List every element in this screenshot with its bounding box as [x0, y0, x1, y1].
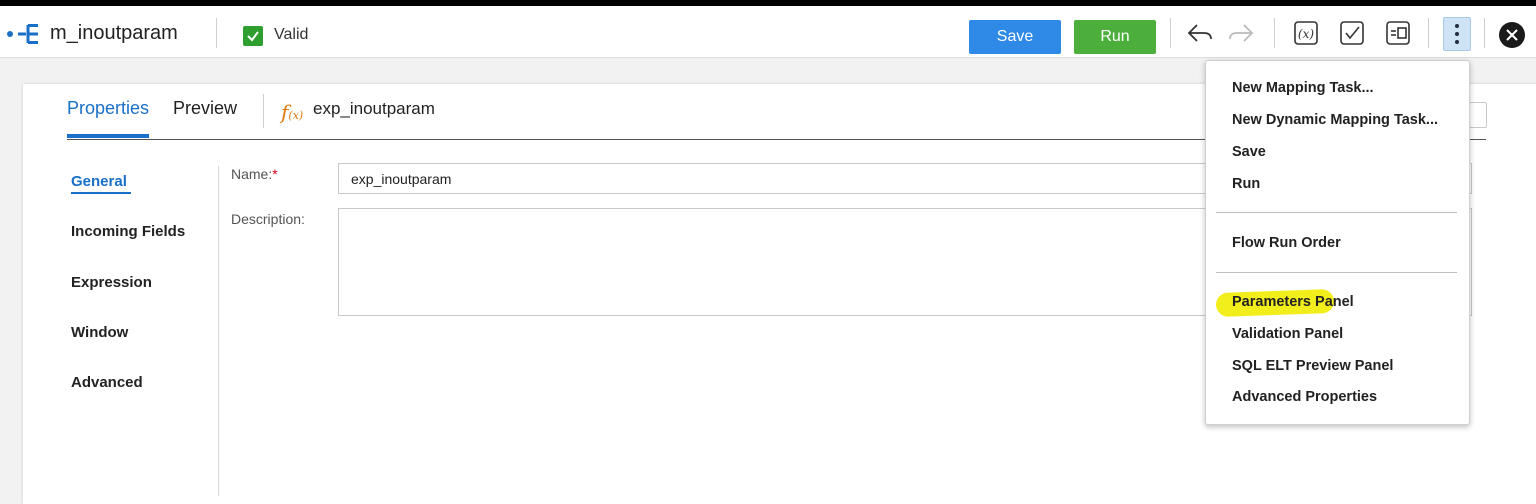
toolbar-divider [1274, 18, 1275, 48]
svg-text:(x): (x) [1298, 27, 1314, 41]
menu-item-sql-elt-preview-panel[interactable]: SQL ELT Preview Panel [1232, 358, 1393, 374]
close-icon[interactable] [1499, 22, 1525, 48]
menu-item-new-mapping-task[interactable]: New Mapping Task... [1232, 80, 1374, 96]
more-actions-icon[interactable] [1443, 17, 1471, 51]
undo-icon[interactable] [1185, 18, 1215, 48]
menu-item-advanced-properties[interactable]: Advanced Properties [1232, 389, 1377, 405]
tab-divider [263, 94, 264, 128]
menu-item-validation-panel[interactable]: Validation Panel [1232, 326, 1343, 342]
sidebar-item-advanced[interactable]: Advanced [71, 374, 143, 391]
preview-panel-icon[interactable] [1383, 18, 1413, 48]
active-sidebar-indicator [71, 192, 131, 194]
menu-item-save[interactable]: Save [1232, 144, 1266, 160]
menu-item-run[interactable]: Run [1232, 176, 1260, 192]
description-label: Description: [231, 211, 305, 227]
expression-icon: f(x) [281, 100, 304, 124]
check-icon [243, 26, 263, 46]
validate-icon[interactable] [1337, 18, 1367, 48]
sidebar-item-incoming-fields[interactable]: Incoming Fields [71, 223, 185, 240]
toolbar-divider [216, 18, 217, 48]
validation-status: Valid [274, 26, 309, 43]
redo-icon[interactable] [1226, 18, 1256, 48]
more-actions-menu: New Mapping Task... New Dynamic Mapping … [1205, 60, 1470, 425]
mapping-name: m_inoutparam [50, 22, 178, 44]
name-label: Name:* [231, 166, 278, 182]
required-marker: * [272, 166, 278, 182]
tab-properties[interactable]: Properties [67, 98, 149, 119]
menu-divider [1216, 272, 1457, 273]
run-button[interactable]: Run [1074, 20, 1156, 54]
mapping-icon [7, 24, 38, 44]
sidebar-item-window[interactable]: Window [71, 324, 128, 341]
menu-item-new-dynamic-mapping-task[interactable]: New Dynamic Mapping Task... [1232, 112, 1438, 128]
menu-item-flow-run-order[interactable]: Flow Run Order [1232, 235, 1341, 251]
tab-preview[interactable]: Preview [173, 98, 237, 119]
toolbar-divider [1484, 18, 1485, 48]
transformation-name: exp_inoutparam [313, 99, 435, 118]
sidebar-item-general[interactable]: General [71, 173, 127, 190]
sidebar-divider [218, 166, 219, 496]
menu-divider [1216, 212, 1457, 213]
active-tab-indicator [67, 134, 149, 138]
menu-item-parameters-panel[interactable]: Parameters Panel [1232, 294, 1354, 310]
top-toolbar: m_inoutparam Valid Save Run (x) [0, 0, 1536, 58]
save-button[interactable]: Save [969, 20, 1061, 54]
toolbar-divider [1428, 18, 1429, 48]
sidebar-item-expression[interactable]: Expression [71, 274, 152, 291]
parameter-icon[interactable]: (x) [1291, 18, 1321, 48]
toolbar-divider [1170, 18, 1171, 48]
